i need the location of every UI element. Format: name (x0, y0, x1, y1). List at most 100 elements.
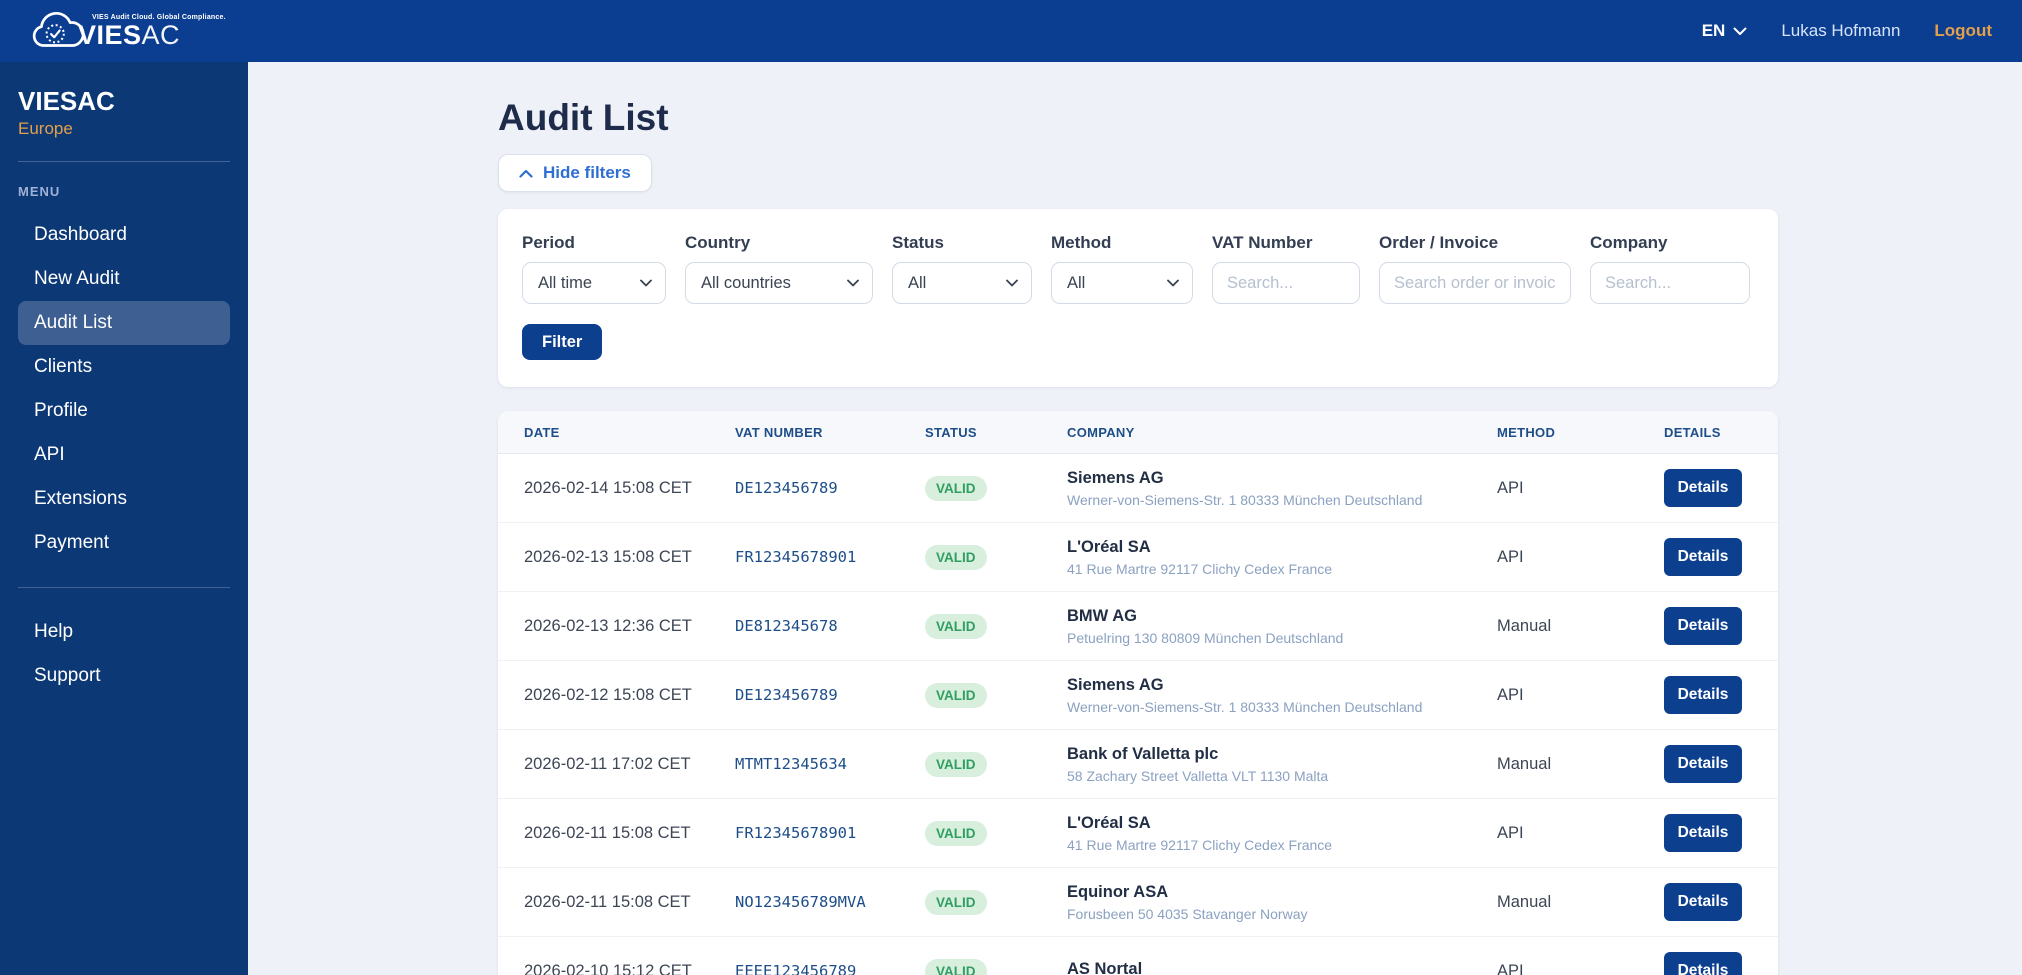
company-address: Werner-von-Siemens-Str. 1 80333 München … (1067, 492, 1497, 508)
audit-date: 2026-02-11 15:08 CET (524, 893, 735, 912)
table-row: 2026-02-13 15:08 CET FR12345678901 VALID… (498, 523, 1778, 592)
details-button[interactable]: Details (1664, 607, 1742, 645)
filter-label-country: Country (685, 233, 873, 253)
sidebar: VIESAC Europe MENU Dashboard New Audit A… (0, 62, 248, 975)
filter-group-status: Status All (892, 233, 1032, 304)
sidebar-item-help[interactable]: Help (18, 610, 230, 654)
audit-date: 2026-02-11 15:08 CET (524, 824, 735, 843)
audit-date: 2026-02-11 17:02 CET (524, 755, 735, 774)
column-header-vat-number: VAT NUMBER (735, 425, 925, 440)
table-row: 2026-02-11 17:02 CET MTMT12345634 VALID … (498, 730, 1778, 799)
vat-number: FR12345678901 (735, 824, 925, 842)
status-badge: VALID (925, 545, 987, 570)
column-header-date: DATE (524, 425, 735, 440)
sidebar-item-new-audit[interactable]: New Audit (18, 257, 230, 301)
sidebar-item-payment[interactable]: Payment (18, 521, 230, 565)
vat-number-input[interactable] (1212, 262, 1360, 304)
details-button[interactable]: Details (1664, 745, 1742, 783)
filter-label-period: Period (522, 233, 666, 253)
filter-panel: Period All time Country All countries (498, 209, 1778, 387)
user-name: Lukas Hofmann (1781, 21, 1900, 41)
hide-filters-button[interactable]: Hide filters (498, 154, 652, 192)
method-select[interactable]: All (1051, 262, 1193, 304)
company-name: BMW AG (1067, 607, 1497, 626)
sidebar-menu-label: MENU (0, 184, 248, 199)
language-selector[interactable]: EN (1702, 21, 1748, 41)
sidebar-item-audit-list[interactable]: Audit List (18, 301, 230, 345)
table-header-row: DATE VAT NUMBER STATUS COMPANY METHOD DE… (498, 411, 1778, 454)
country-select[interactable]: All countries (685, 262, 873, 304)
sidebar-item-dashboard[interactable]: Dashboard (18, 213, 230, 257)
logo-wordmark: VIESAC (78, 21, 226, 49)
sidebar-item-clients[interactable]: Clients (18, 345, 230, 389)
status-badge: VALID (925, 959, 987, 975)
company-address: 41 Rue Martre 92117 Clichy Cedex France (1067, 561, 1497, 577)
period-select[interactable]: All time (522, 262, 666, 304)
details-button[interactable]: Details (1664, 952, 1742, 975)
audit-date: 2026-02-13 12:36 CET (524, 617, 735, 636)
status-select-value: All (908, 274, 926, 293)
status-badge: VALID (925, 476, 987, 501)
app-logo[interactable]: VIES Audit Cloud. Global Compliance. VIE… (28, 9, 226, 53)
vat-number: NO123456789MVA (735, 893, 925, 911)
audit-date: 2026-02-14 15:08 CET (524, 479, 735, 498)
chevron-down-icon (640, 274, 652, 292)
chevron-up-icon (519, 163, 533, 183)
status-badge: VALID (925, 890, 987, 915)
table-row: 2026-02-13 12:36 CET DE812345678 VALID B… (498, 592, 1778, 661)
table-row: 2026-02-11 15:08 CET FR12345678901 VALID… (498, 799, 1778, 868)
audit-date: 2026-02-13 15:08 CET (524, 548, 735, 567)
sidebar-item-extensions[interactable]: Extensions (18, 477, 230, 521)
logo-text: VIES Audit Cloud. Global Compliance. VIE… (78, 14, 226, 49)
audit-method: Manual (1497, 617, 1664, 636)
column-header-company: COMPANY (1067, 425, 1497, 440)
audit-method: Manual (1497, 893, 1664, 912)
company-address: 58 Zachary Street Valletta VLT 1130 Malt… (1067, 768, 1497, 784)
company-address: Forusbeen 50 4035 Stavanger Norway (1067, 906, 1497, 922)
sidebar-item-support[interactable]: Support (18, 654, 230, 698)
order-invoice-input[interactable] (1379, 262, 1571, 304)
filter-label-method: Method (1051, 233, 1193, 253)
chevron-down-icon (1733, 21, 1747, 41)
filter-group-order-invoice: Order / Invoice (1379, 233, 1571, 304)
details-button[interactable]: Details (1664, 883, 1742, 921)
company-name: Siemens AG (1067, 469, 1497, 488)
details-button[interactable]: Details (1664, 676, 1742, 714)
details-button[interactable]: Details (1664, 469, 1742, 507)
audit-method: API (1497, 824, 1664, 843)
logout-button[interactable]: Logout (1934, 21, 1992, 41)
column-header-status: STATUS (925, 425, 1067, 440)
table-row: 2026-02-10 15:12 CET EEEE123456789 VALID… (498, 937, 1778, 975)
details-button[interactable]: Details (1664, 538, 1742, 576)
audit-method: API (1497, 962, 1664, 975)
vat-number: DE812345678 (735, 617, 925, 635)
company-name: AS Nortal (1067, 960, 1497, 975)
status-badge: VALID (925, 752, 987, 777)
audit-method: Manual (1497, 755, 1664, 774)
status-select[interactable]: All (892, 262, 1032, 304)
chevron-down-icon (847, 274, 859, 292)
audit-date: 2026-02-10 15:12 CET (524, 962, 735, 975)
table-row: 2026-02-14 15:08 CET DE123456789 VALID S… (498, 454, 1778, 523)
company-input[interactable] (1590, 262, 1750, 304)
method-select-value: All (1067, 274, 1085, 293)
details-button[interactable]: Details (1664, 814, 1742, 852)
chevron-down-icon (1167, 274, 1179, 292)
audit-date: 2026-02-12 15:08 CET (524, 686, 735, 705)
audit-method: API (1497, 548, 1664, 567)
sidebar-item-api[interactable]: API (18, 433, 230, 477)
chevron-down-icon (1006, 274, 1018, 292)
sidebar-divider (18, 161, 230, 162)
hide-filters-label: Hide filters (543, 163, 631, 183)
sidebar-divider (18, 587, 230, 588)
filter-group-period: Period All time (522, 233, 666, 304)
vat-number: DE123456789 (735, 479, 925, 497)
filter-submit-button[interactable]: Filter (522, 324, 602, 360)
country-select-value: All countries (701, 274, 791, 293)
audit-table: DATE VAT NUMBER STATUS COMPANY METHOD DE… (498, 411, 1778, 975)
sidebar-brand: VIESAC (0, 86, 248, 117)
sidebar-nav: Dashboard New Audit Audit List Clients P… (0, 213, 248, 565)
period-select-value: All time (538, 274, 592, 293)
vat-number: FR12345678901 (735, 548, 925, 566)
sidebar-item-profile[interactable]: Profile (18, 389, 230, 433)
